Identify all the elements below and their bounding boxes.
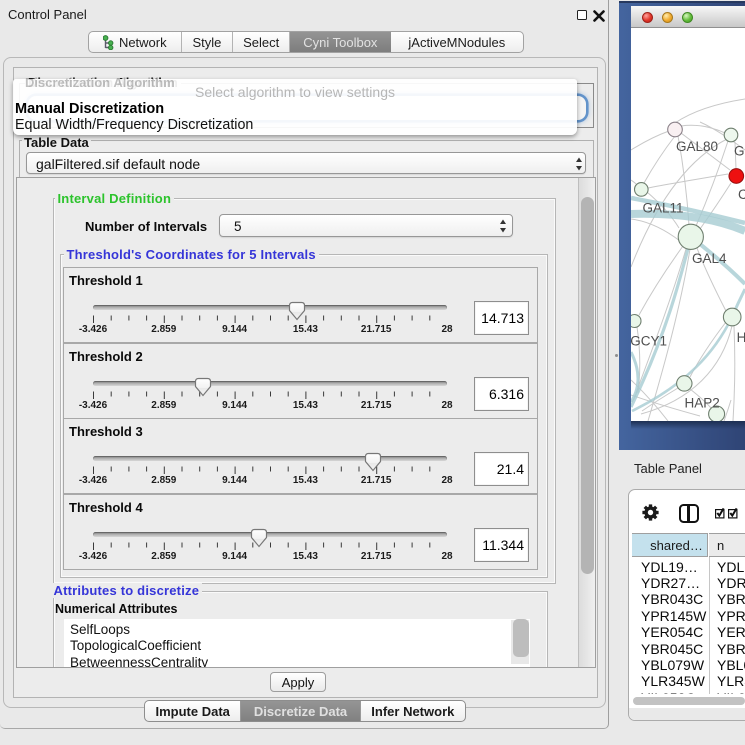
svg-text:C: C <box>738 187 745 202</box>
svg-text:GCY1: GCY1 <box>631 334 667 349</box>
svg-text:H: H <box>737 330 745 345</box>
svg-text:G.: G. <box>734 144 745 159</box>
svg-text:GAL11: GAL11 <box>643 201 684 216</box>
svg-text:GAL4: GAL4 <box>692 251 727 266</box>
svg-text:GAL80: GAL80 <box>676 139 718 154</box>
svg-text:HAP2: HAP2 <box>685 396 720 411</box>
